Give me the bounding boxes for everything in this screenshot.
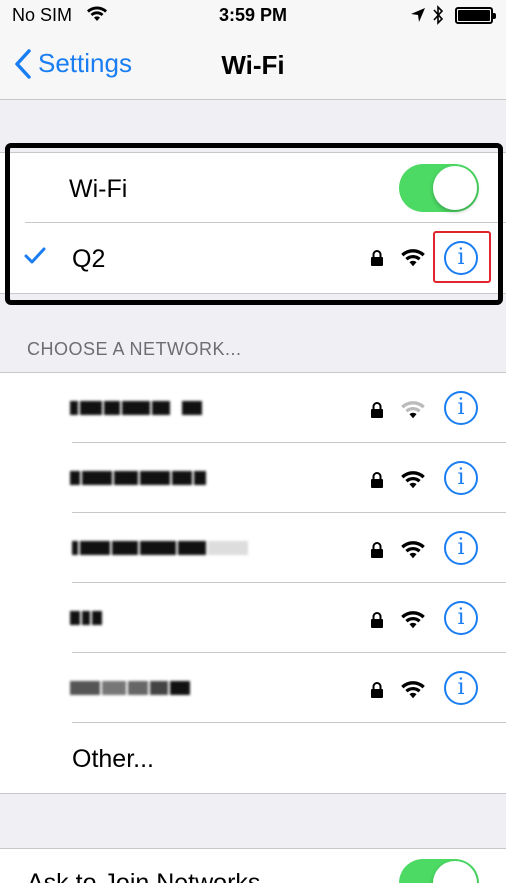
network-row[interactable]: i	[0, 513, 506, 583]
lock-icon	[371, 250, 383, 266]
connected-network-name: Q2	[72, 245, 106, 273]
ask-to-join-toggle[interactable]	[399, 859, 479, 883]
network-list: i i i i i Other...	[0, 372, 506, 794]
info-icon[interactable]: i	[444, 461, 478, 495]
lock-icon	[371, 402, 383, 418]
bluetooth-icon	[431, 4, 445, 31]
ask-to-join-section: Ask to Join Networks	[0, 848, 506, 883]
network-name-obscured	[70, 397, 204, 419]
status-bar: No SIM 3:59 PM	[0, 0, 506, 32]
lock-icon	[371, 612, 383, 628]
ask-to-join-label: Ask to Join Networks	[27, 869, 261, 883]
wifi-signal-icon	[401, 611, 425, 629]
lock-icon	[371, 682, 383, 698]
lock-icon	[371, 542, 383, 558]
wifi-signal-weak-icon	[401, 401, 425, 419]
network-row[interactable]: i	[0, 583, 506, 653]
battery-icon	[455, 7, 496, 24]
wifi-toggle[interactable]	[399, 164, 479, 212]
network-row[interactable]: i	[0, 373, 506, 443]
info-icon[interactable]: i	[444, 531, 478, 565]
location-arrow-icon	[410, 7, 426, 28]
network-row[interactable]: i	[0, 653, 506, 723]
wifi-toggle-row: Wi-Fi	[0, 153, 506, 223]
network-name-obscured	[70, 677, 192, 699]
navigation-bar: Settings Wi-Fi	[0, 32, 506, 100]
wifi-signal-icon	[401, 541, 425, 559]
network-name-obscured	[70, 467, 208, 489]
wifi-toggle-label: Wi-Fi	[69, 175, 128, 203]
network-name-obscured	[72, 537, 250, 559]
connected-network-row[interactable]: Q2 i	[0, 223, 506, 293]
choose-network-header: CHOOSE A NETWORK...	[27, 339, 242, 359]
wifi-signal-icon	[401, 471, 425, 489]
ask-to-join-row: Ask to Join Networks	[0, 849, 506, 883]
toggle-knob	[433, 861, 477, 883]
info-icon[interactable]: i	[444, 601, 478, 635]
other-network-row[interactable]: Other...	[0, 723, 506, 793]
lock-icon	[371, 472, 383, 488]
page-title: Wi-Fi	[221, 50, 285, 80]
info-icon[interactable]: i	[444, 241, 478, 275]
info-icon[interactable]: i	[444, 671, 478, 705]
network-row[interactable]: i	[0, 443, 506, 513]
other-network-label: Other...	[72, 745, 154, 773]
wifi-signal-icon	[401, 249, 425, 267]
wifi-section: Wi-Fi Q2 i	[0, 152, 506, 294]
network-name-obscured	[70, 607, 104, 629]
wifi-signal-icon	[401, 681, 425, 699]
checkmark-icon	[24, 247, 46, 264]
toggle-knob	[433, 166, 477, 210]
info-icon[interactable]: i	[444, 391, 478, 425]
